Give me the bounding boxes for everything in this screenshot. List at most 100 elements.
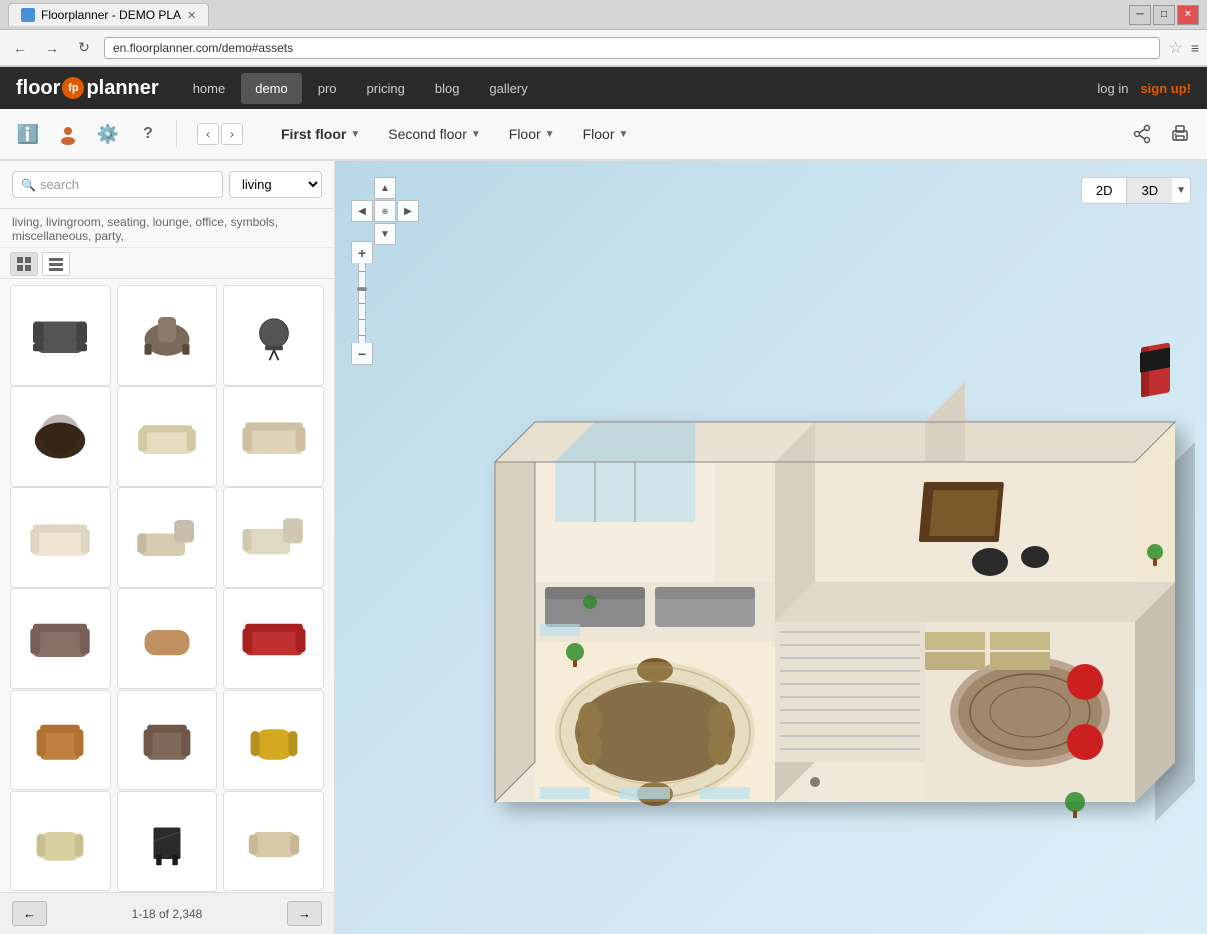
floorplan-svg	[435, 242, 1195, 922]
forward-button[interactable]: →	[40, 36, 64, 60]
search-input-wrap: 🔍	[12, 171, 223, 198]
logo-icon: fp	[62, 77, 84, 99]
pan-up-button[interactable]: ▲	[374, 177, 396, 199]
pan-left-button[interactable]: ◀	[351, 200, 373, 222]
third-floor-dropdown-icon: ▼	[545, 129, 555, 140]
list-view-button[interactable]	[42, 252, 70, 276]
zoom-slider[interactable]	[358, 263, 366, 343]
furniture-grid	[0, 279, 334, 892]
nav-pro[interactable]: pro	[304, 73, 351, 104]
share-button[interactable]	[1127, 119, 1157, 149]
print-button[interactable]	[1165, 119, 1195, 149]
browser-tab[interactable]: Floorplanner - DEMO PLA ✕	[8, 3, 209, 26]
furniture-item-8[interactable]	[117, 487, 218, 588]
bookmark-icon[interactable]: ☆	[1168, 38, 1182, 58]
nav-links: home demo pro pricing blog gallery	[179, 73, 542, 104]
furniture-item-2[interactable]	[117, 285, 218, 386]
floor-tab-second-label: Second floor	[388, 126, 467, 142]
reload-button[interactable]: ↻	[72, 36, 96, 60]
pagination: ← 1-18 of 2,348 →	[0, 892, 334, 934]
view-3d-dropdown[interactable]: ▼	[1172, 185, 1190, 196]
furniture-item-9[interactable]	[223, 487, 324, 588]
second-floor-dropdown-icon: ▼	[471, 129, 481, 140]
pan-right-button[interactable]: ▶	[397, 200, 419, 222]
tab-close-button[interactable]: ✕	[187, 9, 196, 22]
floor-tab-third[interactable]: Floor ▼	[495, 118, 569, 150]
furniture-item-17[interactable]	[117, 791, 218, 892]
fourth-floor-dropdown-icon: ▼	[618, 129, 628, 140]
furniture-item-12[interactable]	[223, 588, 324, 689]
search-input[interactable]	[40, 177, 214, 192]
furniture-item-16[interactable]	[10, 791, 111, 892]
zoom-out-button[interactable]: −	[351, 343, 373, 365]
signup-link[interactable]: sign up!	[1140, 81, 1191, 96]
close-button[interactable]: ✕	[1177, 5, 1199, 25]
floor-tab-second[interactable]: Second floor ▼	[374, 118, 495, 150]
toolbar-separator	[176, 120, 177, 148]
prev-page-button[interactable]: ←	[12, 901, 47, 926]
furniture-item-4[interactable]	[10, 386, 111, 487]
zoom-in-button[interactable]: +	[351, 241, 373, 263]
floor-tab-first-label: First floor	[281, 126, 346, 142]
floor-tab-fourth[interactable]: Floor ▼	[569, 118, 643, 150]
next-floor-button[interactable]: ›	[221, 123, 243, 145]
tab-favicon	[21, 8, 35, 22]
furniture-item-1[interactable]	[10, 285, 111, 386]
back-button[interactable]: ←	[8, 36, 32, 60]
furniture-item-14[interactable]	[117, 690, 218, 791]
app-nav: floor fp planner home demo pro pricing b…	[0, 67, 1207, 109]
search-icon: 🔍	[21, 178, 36, 192]
floor-tab-first[interactable]: First floor ▼	[267, 118, 374, 150]
furniture-item-18[interactable]	[223, 791, 324, 892]
app-toolbar: ℹ️ ⚙️ ? ‹ › First floor ▼ Second floor ▼…	[0, 109, 1207, 161]
prev-floor-button[interactable]: ‹	[197, 123, 219, 145]
settings-icon[interactable]: ⚙️	[92, 118, 124, 150]
logo-text-floor: floor	[16, 77, 60, 100]
toolbar-right	[1127, 119, 1195, 149]
next-page-button[interactable]: →	[287, 901, 322, 926]
grid-view-button[interactable]	[10, 252, 38, 276]
floor-tabs: First floor ▼ Second floor ▼ Floor ▼ Flo…	[267, 118, 642, 150]
furniture-item-3[interactable]	[223, 285, 324, 386]
pan-down-button[interactable]: ▼	[374, 223, 396, 245]
maximize-button[interactable]: □	[1153, 5, 1175, 25]
search-area: 🔍 living bedroom kitchen bathroom office	[0, 161, 334, 209]
canvas-area[interactable]: 2D 3D ▼ ▲ ◀ ⊕ ▶ ▼ +	[335, 161, 1207, 934]
minimize-button[interactable]: ─	[1129, 5, 1151, 25]
category-select[interactable]: living bedroom kitchen bathroom office	[229, 171, 322, 198]
login-link[interactable]: log in	[1097, 81, 1128, 96]
tab-title: Floorplanner - DEMO PLA	[41, 8, 181, 22]
tags-row: living, livingroom, seating, lounge, off…	[0, 209, 334, 248]
first-floor-dropdown-icon: ▼	[350, 129, 360, 140]
help-icon[interactable]: ?	[132, 118, 164, 150]
prev-next-btns: ‹ ›	[197, 123, 243, 145]
furniture-item-11[interactable]	[117, 588, 218, 689]
browser-menu-icon[interactable]: ≡	[1191, 40, 1199, 56]
logo: floor fp planner	[16, 77, 159, 100]
nav-pricing[interactable]: pricing	[353, 73, 419, 104]
view-mode-buttons: 2D 3D ▼	[1081, 177, 1191, 204]
nav-demo[interactable]: demo	[241, 73, 302, 104]
nav-home[interactable]: home	[179, 73, 240, 104]
zoom-controls: + −	[351, 241, 373, 365]
person-icon[interactable]	[52, 118, 84, 150]
nav-blog[interactable]: blog	[421, 73, 474, 104]
floor-tab-fourth-label: Floor	[583, 126, 615, 142]
furniture-item-5[interactable]	[117, 386, 218, 487]
view-3d-button[interactable]: 3D	[1127, 178, 1172, 203]
pan-center-button[interactable]: ⊕	[374, 200, 396, 222]
address-bar: ← → ↻ ☆ ≡	[0, 30, 1207, 66]
furniture-item-10[interactable]	[10, 588, 111, 689]
view-2d-button[interactable]: 2D	[1082, 178, 1127, 203]
left-panel: 🔍 living bedroom kitchen bathroom office…	[0, 161, 335, 934]
furniture-item-6[interactable]	[223, 386, 324, 487]
nav-controls: ▲ ◀ ⊕ ▶ ▼	[351, 177, 419, 245]
floor-tab-third-label: Floor	[509, 126, 541, 142]
info-icon[interactable]: ℹ️	[12, 118, 44, 150]
furniture-item-15[interactable]	[223, 690, 324, 791]
nav-gallery[interactable]: gallery	[475, 73, 541, 104]
url-input[interactable]	[104, 37, 1160, 59]
pagination-info: 1-18 of 2,348	[132, 907, 203, 921]
furniture-item-13[interactable]	[10, 690, 111, 791]
furniture-item-7[interactable]	[10, 487, 111, 588]
